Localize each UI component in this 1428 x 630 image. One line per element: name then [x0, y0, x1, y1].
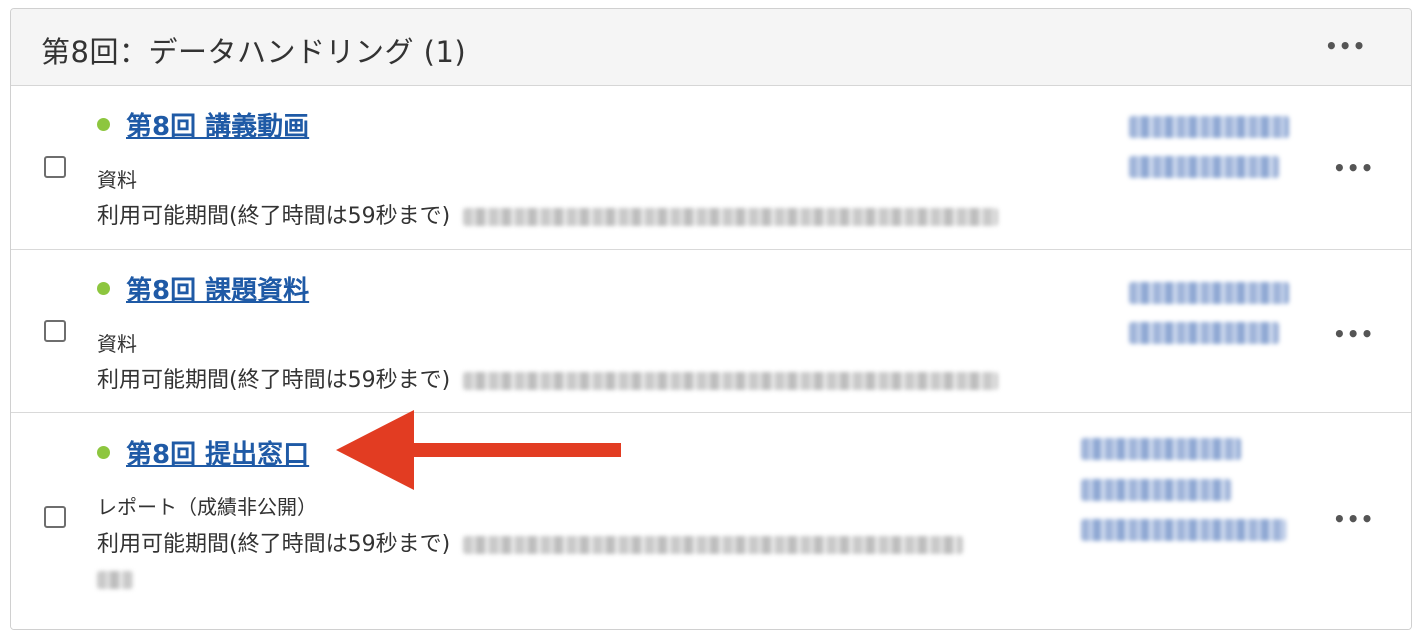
redacted-link[interactable] — [1129, 322, 1279, 344]
redacted-link[interactable] — [1129, 156, 1279, 178]
section-header: 第8回：データハンドリング (1) ••• — [11, 9, 1411, 86]
annotation-arrow-icon — [336, 410, 621, 490]
redacted-date-range-continued — [97, 571, 133, 589]
completion-checkbox[interactable] — [44, 320, 66, 342]
completion-checkbox[interactable] — [44, 506, 66, 528]
item-type: 資料 — [97, 168, 137, 192]
item-menu-ellipsis-icon[interactable]: ••• — [1333, 324, 1373, 344]
item-menu-ellipsis-icon[interactable]: ••• — [1333, 509, 1373, 529]
item-type: レポート（成績非公開） — [97, 495, 317, 519]
list-item-lecture-video: 第8回 講義動画 資料 利用可能期間(終了時間は59秒まで) ••• — [11, 86, 1411, 248]
availability-label: 利用可能期間(終了時間は59秒まで) — [97, 204, 451, 229]
item-title-link[interactable]: 第8回 提出窓口 — [126, 434, 309, 471]
section-title: 第8回：データハンドリング (1) — [41, 35, 467, 69]
list-item-submission: 第8回 提出窓口 レポート（成績非公開） 利用可能期間(終了時間は59秒まで) … — [11, 412, 1411, 629]
redacted-link[interactable] — [1129, 116, 1289, 138]
redacted-date-range — [463, 208, 999, 226]
availability-label: 利用可能期間(終了時間は59秒まで) — [97, 368, 451, 393]
item-menu-ellipsis-icon[interactable]: ••• — [1333, 158, 1373, 178]
section-menu-ellipsis-icon[interactable]: ••• — [1325, 36, 1365, 56]
item-title-link[interactable]: 第8回 課題資料 — [126, 270, 309, 307]
redacted-date-range — [463, 372, 999, 390]
section-panel: 第8回：データハンドリング (1) ••• 第8回 講義動画 資料 利用可能期間… — [10, 8, 1412, 630]
completion-checkbox[interactable] — [44, 156, 66, 178]
redacted-link[interactable] — [1081, 519, 1286, 541]
availability-period: 利用可能期間(終了時間は59秒まで) — [97, 362, 999, 394]
status-dot-icon — [97, 446, 110, 459]
item-title-link[interactable]: 第8回 講義動画 — [126, 106, 309, 143]
status-dot-icon — [97, 118, 110, 131]
redacted-date-range — [463, 536, 964, 554]
item-type: 資料 — [97, 332, 137, 356]
redacted-link[interactable] — [1129, 282, 1289, 304]
redacted-link[interactable] — [1081, 438, 1241, 460]
status-dot-icon — [97, 282, 110, 295]
availability-period: 利用可能期間(終了時間は59秒まで) — [97, 526, 964, 558]
availability-label: 利用可能期間(終了時間は59秒まで) — [97, 532, 451, 557]
availability-period: 利用可能期間(終了時間は59秒まで) — [97, 198, 999, 230]
list-item-assignment-material: 第8回 課題資料 資料 利用可能期間(終了時間は59秒まで) ••• — [11, 249, 1411, 412]
redacted-link[interactable] — [1081, 479, 1231, 501]
